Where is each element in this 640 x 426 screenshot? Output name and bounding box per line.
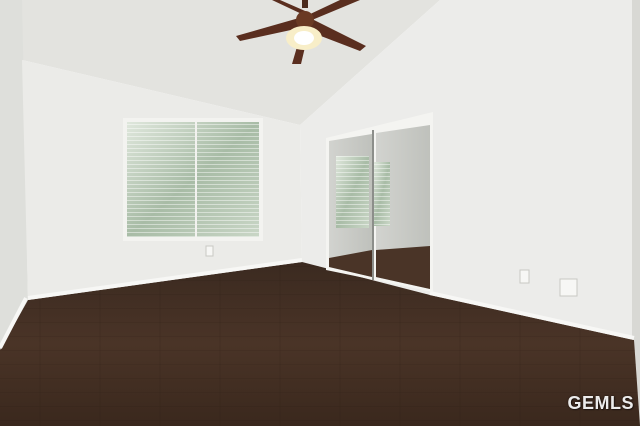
window — [123, 118, 263, 241]
watermark-logo: GEMLS — [567, 393, 634, 413]
wall-outlet-3 — [205, 245, 214, 257]
bedroom-photo — [0, 0, 640, 426]
wall-outlet — [519, 269, 530, 284]
wall-outlet-2 — [559, 278, 578, 297]
mirrored-closet — [326, 112, 433, 292]
